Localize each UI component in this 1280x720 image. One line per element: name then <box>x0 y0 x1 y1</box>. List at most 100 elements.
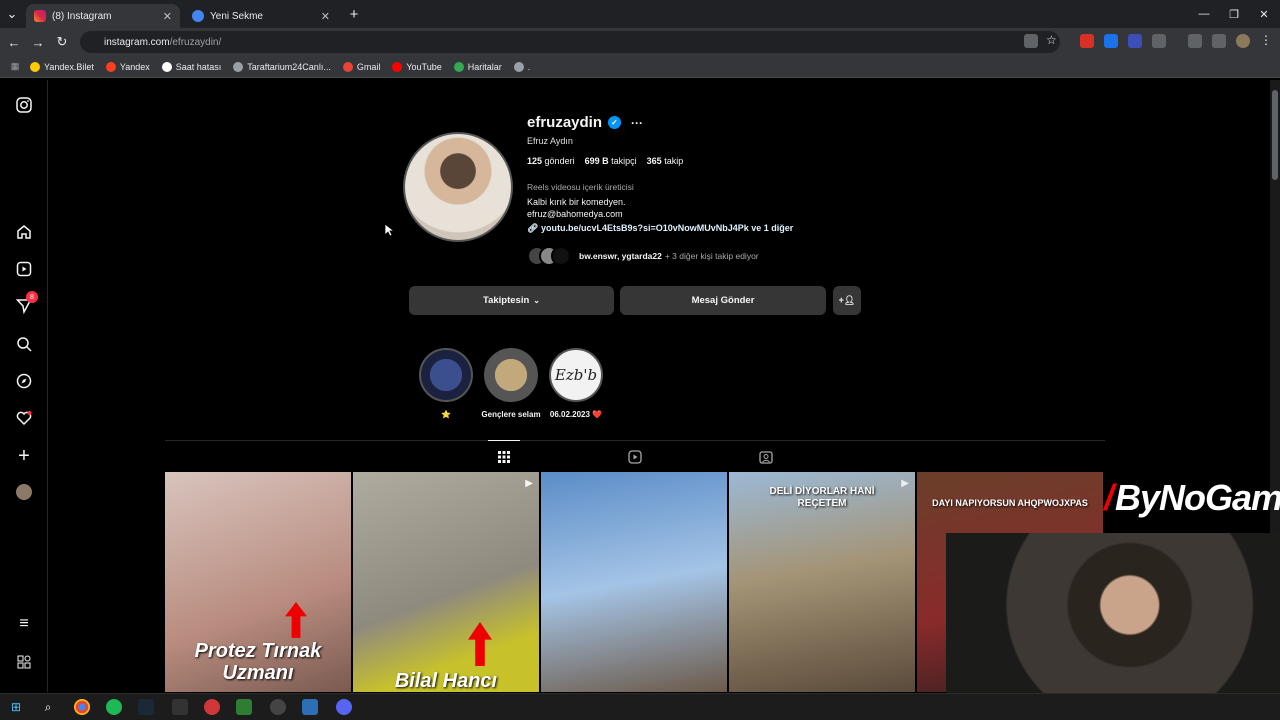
bookmark-label: YouTube <box>406 61 442 72</box>
stream-brand-overlay: / ByNoGame <box>1104 472 1280 524</box>
followers-count[interactable]: 699 B takipçi <box>585 156 637 166</box>
bookmark-label: . <box>527 61 531 72</box>
profile-link[interactable]: 🔗︎ youtu.be/ucvL4EtsB9s?si=O10vNowMUvNbJ… <box>527 223 793 234</box>
bookmark-item[interactable]: Yandex.Bilet <box>30 61 94 72</box>
profile-picture[interactable] <box>403 132 513 242</box>
obs-taskbar-icon[interactable] <box>270 699 286 715</box>
explore-compass-icon[interactable] <box>14 371 34 391</box>
windows-start-icon[interactable]: ⊞ <box>8 699 24 715</box>
bio-email: efruz@bahomedya.com <box>527 209 623 219</box>
followed-by[interactable]: bw.enswr, ygtarda22 + 3 diğer kişi takip… <box>527 246 759 266</box>
highlight-circle[interactable]: Ezb'b <box>549 348 603 402</box>
close-tab-icon[interactable]: ✕ <box>163 10 172 23</box>
tab-tagged-icon[interactable] <box>758 449 774 465</box>
following-count[interactable]: 365 takip <box>647 156 684 166</box>
post-caption: Bilal Hancı <box>394 670 498 692</box>
spotify-taskbar-icon[interactable] <box>106 699 122 715</box>
extension-icon[interactable] <box>1128 34 1142 48</box>
forward-icon[interactable]: → <box>30 34 46 50</box>
profile-link-text: youtu.be/ucvL4EtsB9s?si=O10vNowMUvNbJ4Pk… <box>540 223 794 233</box>
bookmarks-bar: ▦ Yandex.Bilet Yandex Saat hatası Taraft… <box>0 56 1280 78</box>
bookmark-item[interactable]: Gmail <box>342 61 381 72</box>
tab-search-icon[interactable]: ⌄ <box>4 6 20 22</box>
followers-value: 699 B <box>584 156 609 166</box>
suggest-user-button[interactable]: +👤︎ <box>833 286 861 315</box>
post-thumbnail[interactable] <box>541 472 727 692</box>
globe-icon <box>513 61 524 72</box>
highlight-circle[interactable] <box>484 348 538 402</box>
bookmark-label: Gmail <box>356 61 381 72</box>
profile-content-tabs <box>165 440 1105 472</box>
chrome-favicon-icon <box>192 10 204 22</box>
bookmark-item[interactable]: Taraftarium24Canlı... <box>233 61 331 72</box>
posts-label: gönderi <box>544 156 575 166</box>
verified-badge-icon: ✓ <box>608 116 622 129</box>
bookmark-item[interactable]: Haritalar <box>453 61 502 72</box>
translate-extension-icon[interactable] <box>1104 34 1118 48</box>
reload-icon[interactable]: ↻ <box>54 34 70 50</box>
bookmark-label: Saat hatası <box>175 61 222 72</box>
threads-apps-icon[interactable] <box>14 652 34 672</box>
notifications-heart-icon[interactable] <box>14 408 34 428</box>
window-close-icon[interactable]: ✕ <box>1246 0 1280 28</box>
reel-indicator-icon: ▶ <box>901 478 909 489</box>
post-thumbnail[interactable]: DELİ DİYORLAR HANİ REÇETEM ▶ <box>729 472 915 692</box>
post-caption: Protez Tırnak Uzmanı <box>194 640 322 684</box>
download-icon[interactable] <box>1188 34 1202 48</box>
options-ellipsis-icon[interactable]: ··· <box>631 116 643 130</box>
send-message-button[interactable]: Mesaj Gönder <box>620 286 826 315</box>
address-bar[interactable]: instagram.com/efruzaydin/ <box>80 31 1060 53</box>
apps-grid-icon[interactable]: ▦ <box>0 61 30 72</box>
direct-messages-icon[interactable]: 8 <box>14 291 38 316</box>
app-taskbar-icon[interactable] <box>236 699 252 715</box>
search-icon[interactable]: ⌕ <box>40 699 56 715</box>
steam-taskbar-icon[interactable] <box>138 699 154 715</box>
globe-icon <box>233 61 244 72</box>
more-menu-icon[interactable]: ≡ <box>14 614 34 634</box>
instagram-logo-icon[interactable] <box>14 95 34 115</box>
media-control-icon[interactable] <box>1212 34 1226 48</box>
epic-games-taskbar-icon[interactable] <box>172 699 188 715</box>
browser-tab-bar: ⌄ (8) Instagram ✕ Yeni Sekme ✕ + — ❐ ✕ <box>0 0 1280 28</box>
search-icon[interactable] <box>14 334 34 354</box>
create-plus-icon[interactable]: + <box>14 445 34 467</box>
profile-avatar[interactable] <box>14 482 34 502</box>
menu-kebab-icon[interactable]: ⋮ <box>1260 33 1274 47</box>
brand-slash-mark: / <box>1104 477 1114 518</box>
bookmark-label: Haritalar <box>467 61 502 72</box>
new-tab-icon[interactable]: + <box>346 6 362 23</box>
app-taskbar-icon[interactable] <box>302 699 318 715</box>
bookmark-star-icon[interactable]: ☆ <box>1046 33 1060 47</box>
tab-reels-icon[interactable] <box>627 449 643 465</box>
bio-line: Kalbi kırık bir komedyen. <box>527 197 626 207</box>
bookmark-label: Taraftarium24Canlı... <box>247 61 331 72</box>
reels-icon[interactable] <box>14 259 34 279</box>
avatar <box>551 246 571 266</box>
home-icon[interactable] <box>14 222 34 242</box>
close-tab-icon[interactable]: ✕ <box>321 10 330 23</box>
bookmark-item[interactable]: Yandex <box>105 61 150 72</box>
tab-posts-grid-icon[interactable] <box>496 449 512 465</box>
scrollbar-thumb[interactable] <box>1272 90 1278 180</box>
profile-avatar-icon[interactable] <box>1236 34 1250 48</box>
post-thumbnail[interactable]: Protez Tırnak Uzmanı <box>165 472 351 692</box>
bookmark-item[interactable]: Saat hatası <box>161 61 222 72</box>
highlight-label: 06.02.2023 ❤️ <box>549 410 603 419</box>
app-taskbar-icon[interactable] <box>204 699 220 715</box>
chrome-taskbar-icon[interactable] <box>74 699 90 715</box>
following-label: takip <box>664 156 684 166</box>
post-thumbnail[interactable]: Bilal Hancı ▶ <box>353 472 539 692</box>
highlight-circle[interactable] <box>419 348 473 402</box>
extension-icon[interactable] <box>1080 34 1094 48</box>
extensions-puzzle-icon[interactable] <box>1152 34 1166 48</box>
bookmark-item[interactable]: . <box>513 61 531 72</box>
tab-new-tab[interactable]: Yeni Sekme ✕ <box>184 4 338 28</box>
following-dropdown-button[interactable]: Takiptesin ⌄ <box>409 286 614 315</box>
install-app-icon[interactable] <box>1024 34 1038 48</box>
bookmark-item[interactable]: YouTube <box>392 61 442 72</box>
discord-taskbar-icon[interactable] <box>336 699 352 715</box>
tab-instagram[interactable]: (8) Instagram ✕ <box>26 4 180 28</box>
tab-title: Yeni Sekme <box>210 10 263 22</box>
active-tab-indicator <box>488 440 520 441</box>
back-icon[interactable]: ← <box>6 34 22 50</box>
